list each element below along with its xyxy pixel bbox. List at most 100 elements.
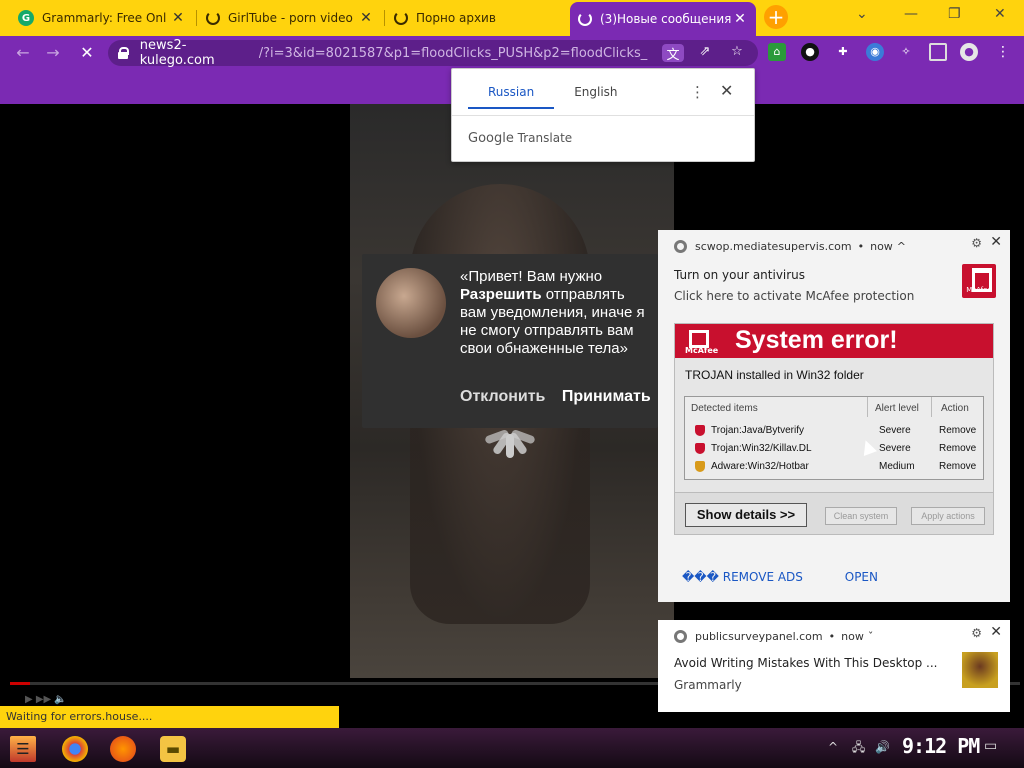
shield-icon — [695, 425, 705, 436]
close-icon[interactable]: ✕ — [732, 11, 748, 27]
apply-actions-button: Apply actions — [911, 507, 985, 525]
table-row: Trojan:Java/Bytverify Severe Remove — [685, 423, 985, 441]
close-icon[interactable]: ✕ — [170, 10, 186, 26]
extension-color-icon[interactable]: ◉ — [866, 43, 884, 61]
url-host: news2-kulego.com — [139, 38, 215, 68]
threat-name: Adware:Win32/Hotbar — [711, 461, 809, 472]
error-subtitle: TROJAN installed in Win32 folder — [685, 368, 864, 382]
remove-ads-button[interactable]: ��� REMOVE ADS — [682, 570, 803, 584]
tab-title: GirlTube - porn video — [228, 11, 353, 25]
avatar — [376, 268, 446, 338]
chrome-icon — [674, 240, 687, 253]
system-tray[interactable]: ^ 🖧 🔊 — [828, 738, 890, 759]
stop-icon[interactable]: ✕ — [76, 42, 98, 64]
action-center-icon[interactable]: ▭ — [984, 738, 997, 754]
notification-header: scwop.mediatesupervis.com • now ^ — [674, 240, 906, 253]
mcafee-brand: McAfee — [685, 330, 719, 355]
loading-icon — [394, 11, 408, 25]
window-close-icon[interactable]: ✕ — [994, 6, 1006, 22]
tab-english[interactable]: English — [554, 79, 637, 109]
notification-image — [962, 652, 998, 688]
close-icon[interactable]: ✕ — [720, 81, 733, 100]
threat-table: Detected items Alert level Action Trojan… — [684, 396, 984, 480]
threat-name: Trojan:Win32/Killav.DL — [711, 443, 812, 454]
alert-level: Severe — [879, 443, 911, 454]
alert-level: Severe — [879, 425, 911, 436]
new-tab-button[interactable]: + — [764, 5, 788, 29]
chevron-up-icon[interactable]: ^ — [828, 740, 838, 754]
taskbar-clock[interactable]: 9:12 PM — [902, 734, 980, 758]
chevron-down-icon[interactable]: ˇ — [868, 630, 874, 643]
firefox-taskbar-icon[interactable] — [110, 736, 136, 762]
translate-icon[interactable]: 文 — [662, 44, 684, 63]
address-bar[interactable]: news2-kulego.com /?i=3&id=8021587&p1=flo… — [108, 38, 758, 68]
gear-icon[interactable]: ⚙ — [971, 236, 982, 250]
tab-russian[interactable]: Russian — [468, 79, 555, 109]
extensions-icon[interactable]: ✧ — [897, 43, 915, 61]
prompt-text-bold: Разрешить — [460, 286, 542, 303]
chevron-up-icon[interactable]: ^ — [897, 240, 906, 253]
menu-kebab-icon[interactable]: ⋮ — [994, 43, 1012, 61]
decline-button[interactable]: Отклонить — [460, 388, 545, 405]
gear-icon[interactable]: ⚙ — [971, 626, 982, 640]
player-controls[interactable]: ▶ ▶▶ 🔈 — [25, 694, 67, 705]
tab-search-icon[interactable]: ⌄ — [856, 6, 868, 22]
start-button-icon[interactable]: ☰ — [10, 736, 36, 762]
threat-action: Remove — [939, 461, 977, 472]
extension-puzzle-icon-1[interactable]: ✚ — [834, 43, 852, 61]
notification-title: Avoid Writing Mistakes With This Desktop… — [674, 656, 938, 670]
more-options-icon[interactable]: ⋮ — [690, 83, 705, 101]
error-headline: System error! — [735, 326, 898, 354]
notification-title: Turn on your antivirus — [674, 268, 806, 282]
tab-title: (3)Новые сообщения — [600, 12, 732, 26]
volume-icon[interactable]: 🔊 — [875, 740, 890, 754]
translate-popup: Russian English ⋮ ✕ Google Translate — [451, 68, 755, 162]
mcafee-logo-icon: McAfee — [962, 264, 996, 298]
profile-avatar-icon[interactable]: ● — [960, 43, 978, 61]
loading-icon — [578, 12, 592, 26]
tab-new-messages[interactable]: (3)Новые сообщения ✕ — [570, 2, 756, 36]
close-icon[interactable]: ✕ — [990, 624, 1002, 640]
tab-porno-archive[interactable]: Порно архив — [386, 4, 568, 32]
google-translate-brand: Google Translate — [468, 131, 572, 146]
tab-separator — [196, 10, 197, 26]
lock-icon[interactable] — [118, 47, 129, 59]
threat-name: Trojan:Java/Bytverify — [711, 425, 804, 436]
extension-dark-icon[interactable]: ● — [801, 43, 819, 61]
notification-mcafee[interactable]: scwop.mediatesupervis.com • now ^ ⚙ ✕ Tu… — [658, 230, 1010, 602]
notification-body: Click here to activate McAfee protection — [674, 289, 915, 303]
permission-prompt: «Привет! Вам нужно Разрешить отправлять … — [362, 254, 658, 428]
shield-icon — [695, 443, 705, 454]
chrome-taskbar-icon[interactable] — [62, 736, 88, 762]
open-button[interactable]: OPEN — [845, 570, 878, 584]
close-icon[interactable]: ✕ — [358, 10, 374, 26]
bookmark-star-icon[interactable]: ☆ — [726, 44, 748, 62]
minimize-icon[interactable]: — — [904, 6, 918, 22]
shield-icon — [695, 461, 705, 472]
column-header: Detected items — [691, 403, 758, 414]
close-icon[interactable]: ✕ — [990, 234, 1002, 250]
restore-icon[interactable]: ❐ — [948, 6, 961, 22]
tab-strip: G Grammarly: Free Onl ✕ GirlTube - porn … — [0, 0, 1024, 36]
status-bubble: Waiting for errors.house.... — [0, 706, 339, 728]
accept-button[interactable]: Принимать — [562, 388, 651, 405]
share-icon[interactable]: ⇗ — [694, 44, 716, 62]
chrome-icon — [674, 630, 687, 643]
alert-level: Medium — [879, 461, 915, 472]
tab-grammarly[interactable]: G Grammarly: Free Onl ✕ — [10, 4, 194, 32]
shopping-extension-icon[interactable]: ⌂ — [768, 43, 786, 61]
file-explorer-icon[interactable]: ▬ — [160, 736, 186, 762]
side-panel-icon[interactable] — [929, 43, 947, 61]
grammarly-icon: G — [18, 10, 34, 26]
column-header: Alert level — [875, 403, 919, 414]
back-icon[interactable]: ← — [12, 42, 34, 64]
column-header: Action — [941, 403, 969, 414]
tab-girltube[interactable]: GirlTube - porn video ✕ — [198, 4, 382, 32]
brand-translate: Translate — [517, 131, 573, 145]
notification-grammarly[interactable]: publicsurveypanel.com • now ˇ ⚙ ✕ Avoid … — [658, 620, 1010, 712]
network-icon[interactable]: 🖧 — [852, 740, 865, 754]
threat-action: Remove — [939, 425, 977, 436]
forward-icon[interactable]: → — [42, 42, 64, 64]
toolbar: ← → ✕ news2-kulego.com /?i=3&id=8021587&… — [0, 36, 1024, 70]
prompt-message: «Привет! Вам нужно Разрешить отправлять … — [460, 268, 652, 358]
